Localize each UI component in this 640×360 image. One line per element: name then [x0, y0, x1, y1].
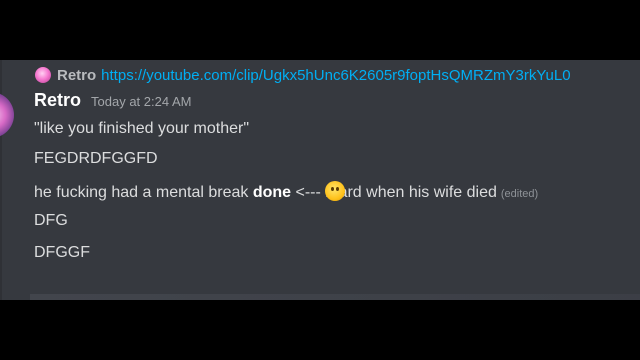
message-line: DFGGF — [34, 244, 90, 261]
flushed-face-icon — [324, 181, 345, 201]
message-line: FEGDRDFGGFD — [34, 150, 158, 167]
message-header: Retro Today at 2:24 AM — [34, 90, 191, 111]
next-message-preview — [30, 294, 640, 300]
message-text: he fucking had a mental break — [34, 184, 253, 201]
reply-author[interactable]: Retro — [57, 67, 96, 84]
bold-text: done — [252, 184, 292, 201]
edited-label: (edited) — [500, 188, 539, 200]
message-author[interactable]: Retro — [34, 90, 81, 111]
message-line: "like you finished your mother" — [34, 120, 250, 137]
avatar[interactable] — [0, 92, 14, 138]
reply-link[interactable]: https://youtube.com/clip/Ugkx5hUnc6K2605… — [101, 67, 570, 84]
reply-avatar — [35, 67, 51, 83]
message-line: he fucking had a mental break done <--- … — [34, 181, 538, 202]
reply-preview[interactable]: Retro https://youtube.com/clip/Ugkx5hUnc… — [0, 64, 640, 86]
chat-viewport: Retro https://youtube.com/clip/Ugkx5hUnc… — [0, 60, 640, 300]
message-line: DFG — [34, 212, 68, 229]
message-text: ard when his wife died — [338, 184, 497, 201]
message-timestamp: Today at 2:24 AM — [91, 94, 192, 109]
